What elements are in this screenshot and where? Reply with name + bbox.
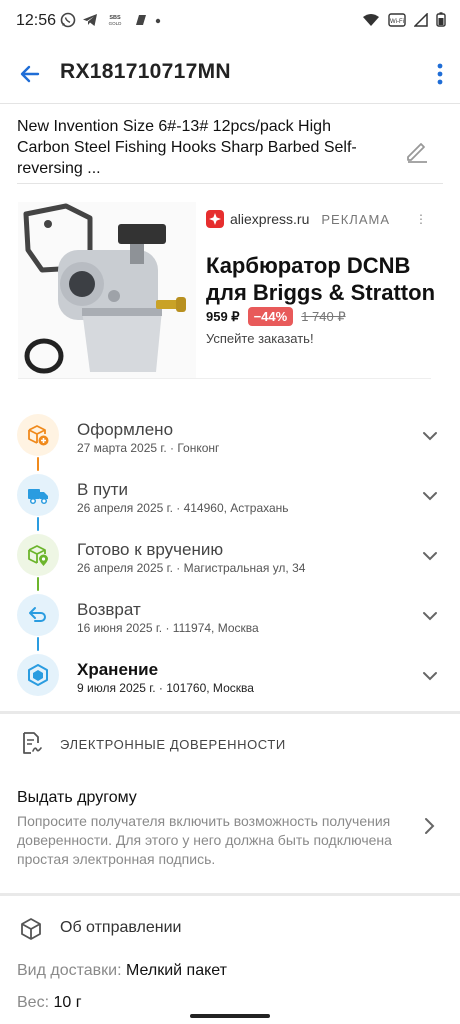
section-heading-attorney: ЭЛЕКТРОННЫЕ ДОВЕРЕННОСТИ bbox=[60, 737, 286, 752]
chevron-down-icon[interactable] bbox=[420, 666, 440, 686]
edit-pencil-icon[interactable] bbox=[404, 138, 430, 164]
storage-box-icon bbox=[28, 664, 48, 686]
weight-value: 10 г bbox=[53, 994, 82, 1011]
ad-options-icon[interactable]: ⋮ bbox=[415, 212, 427, 226]
ad-divider bbox=[18, 378, 431, 379]
chevron-right-icon[interactable] bbox=[422, 816, 436, 836]
back-arrow-icon[interactable] bbox=[16, 60, 44, 88]
system-icons: Wi-Fi bbox=[362, 12, 446, 27]
delivery-type-row: Вид доставки: Мелкий пакет bbox=[17, 962, 227, 980]
svg-text:GOLD: GOLD bbox=[109, 21, 123, 26]
ad-source: aliexpress.ru bbox=[230, 211, 310, 227]
discount-badge: −44% bbox=[247, 307, 294, 326]
weight-label: Вес: bbox=[17, 994, 50, 1011]
sbs-icon: SBSGOLD bbox=[109, 15, 123, 26]
product-divider bbox=[17, 183, 443, 184]
carburetor-image bbox=[18, 202, 196, 378]
tracking-number-title: RX181710717MN bbox=[60, 60, 231, 83]
chevron-down-icon[interactable] bbox=[420, 546, 440, 566]
cell-signal-icon bbox=[414, 12, 428, 27]
document-signature-icon bbox=[23, 732, 42, 754]
ad-label: РЕКЛАМА bbox=[321, 211, 390, 227]
app-bar: RX181710717MN bbox=[0, 48, 460, 100]
step-name: Оформлено bbox=[77, 420, 174, 439]
more-vert-icon[interactable] bbox=[436, 62, 444, 86]
status-time: 12:56 bbox=[16, 12, 57, 29]
tracking-step-in-transit[interactable]: В пути 26 апреля 2025 г. · 414960, Астра… bbox=[0, 472, 460, 532]
step-name: В пути bbox=[77, 480, 129, 499]
notification-icons: SBS GOLD bbox=[60, 12, 162, 28]
step-detail: 26 апреля 2025 г. · 414960, Астрахань bbox=[77, 501, 289, 515]
step-icon-circle bbox=[17, 654, 59, 696]
product-name: New Invention Size 6#-13# 12pcs/pack Hig… bbox=[17, 118, 357, 177]
chevron-down-icon[interactable] bbox=[420, 486, 440, 506]
tracking-step-return[interactable]: Возврат 16 июня 2025 г. · 111974, Москва bbox=[0, 592, 460, 652]
delivery-type-value: Мелкий пакет bbox=[126, 962, 227, 979]
step-icon-circle bbox=[17, 594, 59, 636]
package-icon bbox=[21, 918, 41, 940]
battery-icon bbox=[436, 12, 446, 27]
ad-call-to-action: Успейте заказать! bbox=[206, 331, 314, 346]
whatsapp-icon bbox=[60, 12, 76, 28]
price-old: 1 740 ₽ bbox=[301, 308, 346, 324]
section-divider bbox=[0, 711, 460, 714]
header-divider bbox=[0, 103, 460, 104]
ad-header: aliexpress.ru РЕКЛАМА bbox=[206, 210, 390, 228]
truck-icon bbox=[28, 489, 48, 505]
step-icon-circle bbox=[17, 474, 59, 516]
step-detail: 26 апреля 2025 г. · Магистральная ул, 34 bbox=[77, 561, 306, 575]
delivery-type-label: Вид доставки: bbox=[17, 962, 122, 979]
weight-row: Вес: 10 г bbox=[17, 994, 82, 1012]
give-to-other-title: Выдать другому bbox=[17, 789, 137, 806]
tracking-step-storage[interactable]: Хранение 9 июля 2025 г. · 101760, Москва bbox=[0, 652, 460, 712]
chevron-down-icon[interactable] bbox=[420, 426, 440, 446]
price-current: 959 ₽ bbox=[206, 308, 240, 324]
advertisement-card[interactable]: aliexpress.ru РЕКЛАМА ⋮ Карбюратор DCNB … bbox=[18, 202, 435, 378]
app-icon bbox=[136, 15, 146, 25]
step-detail: 27 марта 2025 г. · Гонконг bbox=[77, 441, 220, 455]
step-name: Возврат bbox=[77, 600, 141, 619]
step-name: Хранение bbox=[77, 660, 159, 679]
telegram-icon bbox=[83, 14, 97, 26]
section-divider bbox=[0, 893, 460, 896]
section-heading-shipment: Об отправлении bbox=[60, 919, 182, 936]
ad-title: Карбюратор DCNB для Briggs & Stratton bbox=[206, 253, 436, 305]
wifi-icon bbox=[363, 13, 379, 26]
package-location-icon bbox=[28, 545, 48, 566]
tracking-step-registered[interactable]: Оформлено 27 марта 2025 г. · Гонконг bbox=[0, 412, 460, 472]
chevron-down-icon[interactable] bbox=[420, 606, 440, 626]
status-bar: 12:56 SBS GOLD Wi-Fi bbox=[0, 0, 460, 44]
aliexpress-logo-icon bbox=[206, 210, 224, 228]
return-arrow-icon bbox=[29, 607, 46, 622]
step-icon-circle bbox=[17, 534, 59, 576]
svg-text:Wi-Fi: Wi-Fi bbox=[390, 19, 404, 25]
step-name: Готово к вручению bbox=[77, 540, 224, 559]
vowifi-icon: Wi-Fi bbox=[388, 12, 406, 27]
step-detail: 16 июня 2025 г. · 111974, Москва bbox=[77, 621, 259, 635]
step-icon-circle bbox=[17, 414, 59, 456]
dot-icon bbox=[155, 18, 161, 24]
ad-prices: 959 ₽ −44% 1 740 ₽ bbox=[206, 307, 346, 326]
give-to-other-description: Попросите получателя включить возможност… bbox=[17, 813, 392, 867]
package-add-icon bbox=[28, 425, 49, 446]
step-detail: 9 июля 2025 г. · 101760, Москва bbox=[77, 681, 254, 695]
home-indicator[interactable] bbox=[190, 1014, 270, 1018]
tracking-step-ready[interactable]: Готово к вручению 26 апреля 2025 г. · Ма… bbox=[0, 532, 460, 592]
